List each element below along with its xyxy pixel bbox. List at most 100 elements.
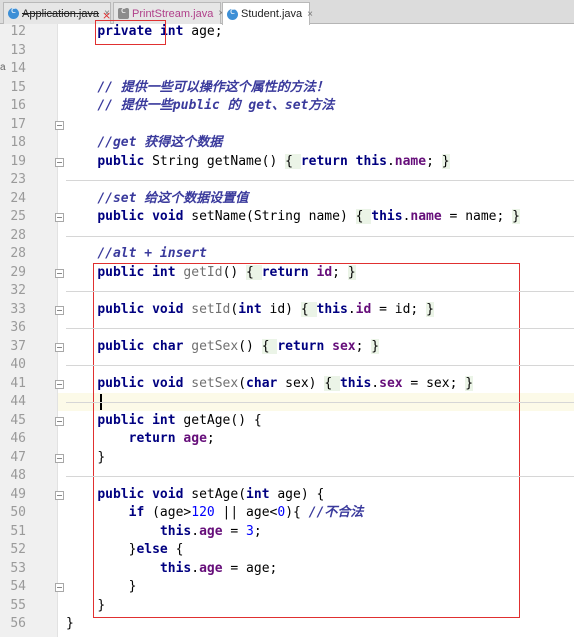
fold-collapse-icon[interactable] <box>55 379 64 389</box>
fold-end-icon[interactable] <box>55 583 64 592</box>
line-number: 28 <box>10 246 26 261</box>
line-number: 24 <box>10 190 26 206</box>
code-line[interactable]: // 提供一些public 的 get、set方法 <box>66 97 334 115</box>
edge-marker: a <box>0 62 6 73</box>
line-number: 19 <box>10 153 26 169</box>
code-line[interactable]: public String getName() { return this.na… <box>66 153 450 171</box>
method-separator <box>66 476 574 478</box>
code-line[interactable]: // 提供一些可以操作这个属性的方法！ <box>66 79 329 97</box>
fold-end-icon[interactable] <box>55 453 64 463</box>
line-number: 16 <box>10 98 26 113</box>
fold-collapse-icon[interactable] <box>55 120 64 130</box>
fold-collapse-icon[interactable] <box>55 342 64 352</box>
comment-token: // 提供一些public 的 get、set方法 <box>97 98 335 113</box>
code-line[interactable] <box>66 116 97 134</box>
method-separator <box>66 328 574 330</box>
line-number: 29 <box>10 264 26 280</box>
line-number: 45 <box>10 412 26 428</box>
folded-brace-token: { <box>285 153 301 169</box>
editor-tab-bar: Application.java×PrintStream.java×Studen… <box>0 0 574 25</box>
method-separator <box>66 402 574 404</box>
folded-brace-token: } <box>512 209 520 224</box>
keyword-token: void <box>152 209 184 224</box>
code-line[interactable]: } <box>66 615 74 633</box>
tab-label: Student.java <box>241 8 303 20</box>
tab-label: Application.java <box>22 7 100 20</box>
annotation-box-private <box>95 20 166 45</box>
method-separator <box>66 235 574 237</box>
method-separator <box>66 365 574 367</box>
line-number: 50 <box>10 505 26 520</box>
keyword-token: return <box>300 153 348 169</box>
folded-brace-token: { <box>355 209 372 224</box>
code-line[interactable]: //alt + insert <box>66 245 207 263</box>
line-number: 56 <box>10 616 26 631</box>
comment-token: //get 获得这个数据 <box>97 135 223 150</box>
tab-student[interactable]: Student.java × <box>222 2 313 25</box>
code-line[interactable] <box>66 42 97 60</box>
method-separator <box>66 180 574 182</box>
line-number: 15 <box>10 79 26 95</box>
code-token: = name; <box>441 209 513 224</box>
code-token: ; <box>426 153 442 169</box>
line-number: 52 <box>10 542 26 557</box>
annotation-box-accessors <box>93 263 520 618</box>
keyword-token: public <box>97 153 145 169</box>
line-number: 18 <box>10 135 26 150</box>
field-token: name <box>394 153 427 169</box>
line-number: 40 <box>10 357 26 372</box>
code-token: . <box>386 153 395 169</box>
keyword-token: this <box>371 209 403 224</box>
line-number: 36 <box>10 320 26 335</box>
close-tab-icon[interactable]: × <box>307 9 313 20</box>
line-number: 12 <box>10 24 26 39</box>
comment-token: // 提供一些可以操作这个属性的方法！ <box>97 79 329 95</box>
line-number: 49 <box>10 486 26 502</box>
line-number: 46 <box>10 431 26 446</box>
line-number: 32 <box>10 283 26 298</box>
fold-collapse-icon[interactable] <box>55 268 64 278</box>
line-number: 51 <box>10 523 26 539</box>
line-number: 48 <box>10 468 26 483</box>
fold-collapse-icon[interactable] <box>55 305 64 315</box>
code-line[interactable]: //set 给这个数据设置值 <box>66 190 248 208</box>
fold-collapse-icon[interactable] <box>55 157 64 167</box>
line-number: 44 <box>10 394 26 409</box>
fold-collapse-icon[interactable] <box>55 490 64 500</box>
library-class-icon <box>118 6 129 19</box>
line-number: 23 <box>10 172 26 187</box>
folded-brace-token: } <box>441 153 450 169</box>
keyword-token: this <box>355 153 387 169</box>
line-number: 37 <box>10 338 26 354</box>
code-token: } <box>66 616 74 631</box>
tab-label: PrintStream.java <box>132 7 214 20</box>
code-line[interactable] <box>66 60 97 78</box>
code-line[interactable]: public void setName(String name) { this.… <box>66 208 520 226</box>
code-token: age; <box>183 24 223 39</box>
fold-collapse-icon[interactable] <box>55 213 64 222</box>
code-line[interactable]: //get 获得这个数据 <box>66 134 222 152</box>
keyword-token: public <box>97 209 145 224</box>
line-number: 13 <box>10 42 26 58</box>
line-number: 25 <box>10 209 26 224</box>
code-token: String getName() <box>144 153 286 169</box>
line-number: 47 <box>10 449 26 465</box>
line-number: 33 <box>10 301 26 317</box>
line-number: 54 <box>10 579 26 594</box>
method-separator <box>66 291 574 293</box>
fold-collapse-icon[interactable] <box>55 416 64 426</box>
class-c-icon <box>227 7 238 20</box>
annotation-mark: × <box>102 9 112 22</box>
